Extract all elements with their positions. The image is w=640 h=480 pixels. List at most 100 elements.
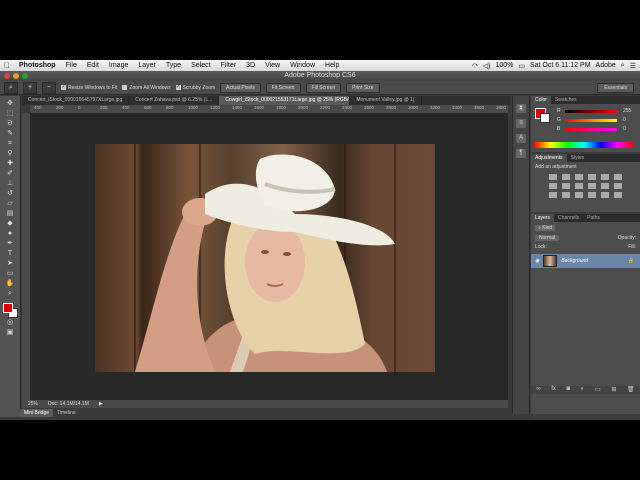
tab-mini-bridge[interactable]: Mini Bridge	[20, 409, 54, 417]
workspace-select[interactable]: Essentials	[597, 82, 634, 93]
move-tool-icon[interactable]: ✥	[4, 99, 16, 108]
menu-image[interactable]: Image	[104, 62, 133, 69]
type-tool-icon[interactable]: T	[4, 249, 16, 258]
menu-layer[interactable]: Layer	[133, 62, 161, 69]
minimize-icon[interactable]	[13, 73, 19, 79]
tab-layers[interactable]: Layers	[531, 214, 555, 222]
zoom-in-icon[interactable]: +	[23, 81, 37, 94]
menu-edit[interactable]: Edit	[82, 62, 104, 69]
gradient-map-icon[interactable]	[614, 174, 622, 180]
color-spectrum[interactable]	[534, 142, 634, 148]
exposure-icon[interactable]	[588, 174, 596, 180]
channel-mixer-icon[interactable]	[601, 183, 609, 189]
volume-icon[interactable]: ◁)	[483, 62, 491, 70]
foreground-color-swatch[interactable]	[3, 303, 13, 313]
invert-icon[interactable]	[549, 192, 557, 198]
link-layers-icon[interactable]: ∞	[536, 386, 540, 394]
zoom-tool-icon[interactable]: ⌕	[4, 81, 18, 94]
layer-kind-filter[interactable]: ⌕ Kind	[535, 225, 556, 231]
new-adjustment-icon[interactable]: ◐	[581, 386, 585, 394]
scrubby-zoom-checkbox[interactable]: ✓ Scrubby Zoom	[175, 85, 215, 91]
green-slider[interactable]: G 0	[557, 117, 633, 123]
lasso-tool-icon[interactable]: ᘐ	[4, 119, 16, 128]
menu-file[interactable]: File	[61, 62, 82, 69]
cowgirl-photo[interactable]	[95, 144, 435, 372]
hdr-icon[interactable]	[614, 192, 622, 198]
red-value[interactable]: 255	[623, 108, 631, 114]
threshold-icon[interactable]	[575, 192, 583, 198]
properties-panel-icon[interactable]: ≡	[516, 119, 526, 128]
quick-mask-icon[interactable]: ◎	[4, 318, 16, 327]
eyedropper-tool-icon[interactable]: ⚲	[4, 149, 16, 158]
blend-mode-select[interactable]: Normal	[535, 235, 560, 241]
shadows-icon[interactable]	[601, 192, 609, 198]
blur-tool-icon[interactable]: ◆	[4, 219, 16, 228]
close-icon[interactable]	[4, 73, 10, 79]
eraser-tool-icon[interactable]: ▱	[4, 199, 16, 208]
gradient-tool-icon[interactable]: ▤	[4, 209, 16, 218]
tab-color[interactable]: Color	[531, 96, 551, 104]
status-arrow-icon[interactable]: ▶	[99, 401, 103, 407]
add-mask-icon[interactable]: ◙	[567, 386, 571, 394]
tab-channels[interactable]: Channels	[554, 214, 583, 222]
posterize-icon[interactable]	[562, 192, 570, 198]
selective-color-icon[interactable]	[588, 192, 596, 198]
zoom-tool-side-icon[interactable]: ⌕	[4, 289, 16, 298]
battery-icon[interactable]: ▭	[518, 62, 525, 70]
tab-styles[interactable]: Styles	[567, 154, 589, 162]
curves-icon[interactable]	[575, 174, 583, 180]
tab-concert-zahava[interactable]: Concert Zahava.psd @ 6.25% (L...	[129, 96, 220, 105]
zoom-icon[interactable]	[22, 73, 28, 79]
menu-type[interactable]: Type	[161, 62, 186, 69]
menu-help[interactable]: Help	[320, 62, 344, 69]
new-group-icon[interactable]: ▭	[595, 386, 601, 394]
resize-windows-checkbox[interactable]: ✓ Resize Windows to Fit	[61, 85, 117, 91]
menu-window[interactable]: Window	[285, 62, 320, 69]
character-panel-icon[interactable]: A	[516, 134, 526, 143]
notifications-icon[interactable]: ☰	[630, 62, 636, 70]
zoom-out-icon[interactable]: −	[42, 81, 56, 94]
tab-adjustments[interactable]: Adjustments	[531, 154, 567, 162]
dodge-tool-icon[interactable]: ●	[4, 229, 16, 238]
menu-view[interactable]: View	[260, 62, 285, 69]
tab-monument-valley[interactable]: Monument Valley.jpg @ 1(	[350, 96, 422, 105]
history-panel-icon[interactable]: ⧗	[516, 104, 526, 113]
fit-screen-button[interactable]: Fit Screen	[265, 82, 301, 93]
hand-tool-icon[interactable]: ✋	[4, 279, 16, 288]
color-panel-background[interactable]	[540, 113, 550, 123]
hue-sat-icon[interactable]	[549, 183, 557, 189]
green-value[interactable]: 0	[623, 117, 626, 123]
wifi-icon[interactable]: ◠	[472, 62, 478, 70]
layer-style-icon[interactable]: fx	[551, 386, 556, 394]
new-layer-icon[interactable]: ⊞	[611, 386, 616, 394]
stamp-tool-icon[interactable]: ⊥	[4, 179, 16, 188]
zoom-level[interactable]: 25%	[28, 401, 38, 407]
brightness-icon[interactable]	[549, 174, 557, 180]
zoom-all-checkbox[interactable]: Zoom All Windows	[122, 85, 171, 91]
tab-cowgirl[interactable]: Cowgirl_iStock_000021553171Large.jpg @ 2…	[219, 96, 351, 105]
spotlight-icon[interactable]: ⌕	[621, 62, 625, 70]
quick-select-tool-icon[interactable]: ✎	[4, 129, 16, 138]
document-canvas[interactable]	[30, 113, 508, 400]
path-select-tool-icon[interactable]: ➤	[4, 259, 16, 268]
menu-3d[interactable]: 3D	[241, 62, 260, 69]
color-swatches[interactable]	[3, 303, 18, 318]
color-balance-icon[interactable]	[562, 183, 570, 189]
pen-tool-icon[interactable]: ✒	[4, 239, 16, 248]
brush-tool-icon[interactable]: ✐	[4, 169, 16, 178]
photo-filter-icon[interactable]	[588, 183, 596, 189]
paragraph-panel-icon[interactable]: ¶	[516, 149, 526, 158]
blue-slider[interactable]: B 0	[557, 126, 633, 132]
bw-icon[interactable]	[575, 183, 583, 189]
shape-tool-icon[interactable]: ▭	[4, 269, 16, 278]
user-menu[interactable]: Adobe	[596, 62, 616, 69]
marquee-tool-icon[interactable]: ⬚	[4, 109, 16, 118]
tab-swatches[interactable]: Swatches	[551, 96, 581, 104]
menu-select[interactable]: Select	[186, 62, 215, 69]
menu-app[interactable]: Photoshop	[14, 62, 61, 69]
tab-timeline[interactable]: Timeline	[53, 409, 80, 417]
screen-mode-icon[interactable]: ▣	[4, 328, 16, 337]
eye-icon[interactable]: ◉	[535, 258, 539, 264]
healing-tool-icon[interactable]: ✚	[4, 159, 16, 168]
vibrance-icon[interactable]	[601, 174, 609, 180]
